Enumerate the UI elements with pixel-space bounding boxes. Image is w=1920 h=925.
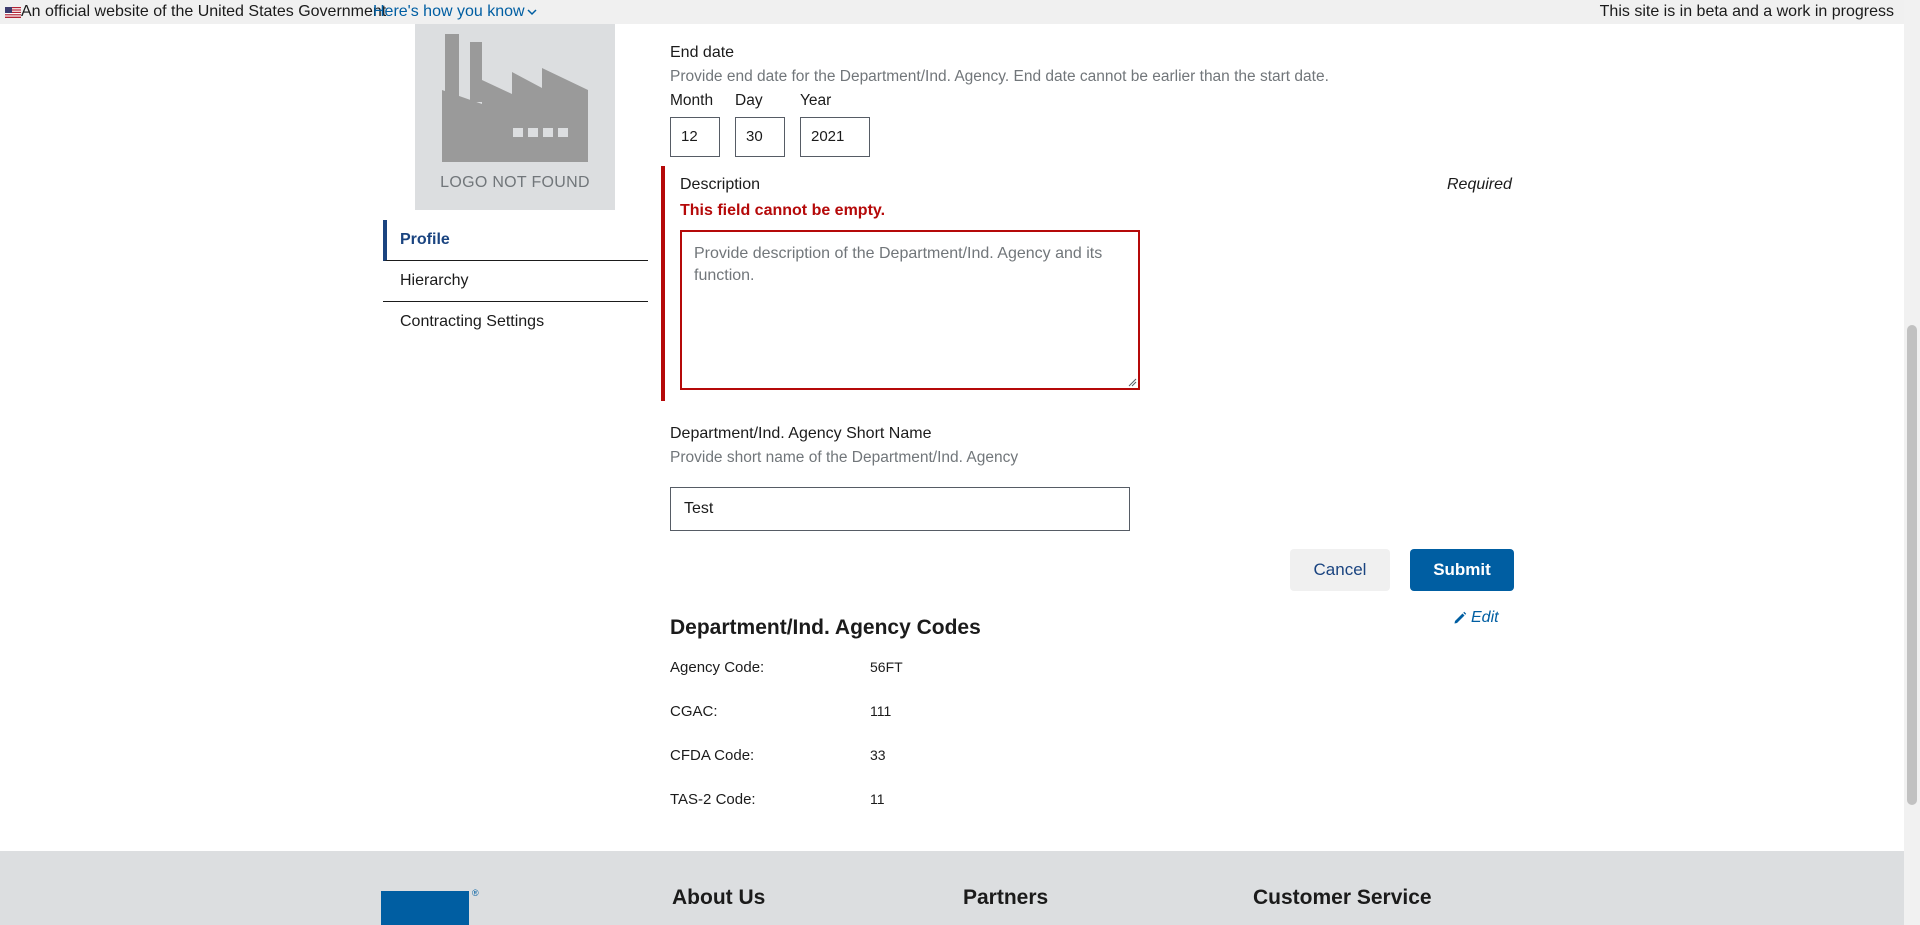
end-year-input[interactable]: 2021 <box>800 117 870 157</box>
registered-mark-icon: ® <box>472 888 479 898</box>
site-footer: ® About Us Partners Customer Service <box>0 851 1904 925</box>
footer-logo[interactable] <box>381 891 469 925</box>
official-site-text: An official website of the United States… <box>21 3 387 20</box>
sidenav-item-contracting-settings[interactable]: Contracting Settings <box>383 302 648 342</box>
how-you-know-label: Here's how you know <box>373 3 525 20</box>
code-label: Agency Code: <box>670 659 765 676</box>
us-flag-icon <box>5 7 21 18</box>
short-name-input[interactable]: Test <box>670 487 1130 531</box>
code-value: 33 <box>870 747 886 763</box>
footer-heading-about[interactable]: About Us <box>672 886 765 910</box>
logo-not-found-text: LOGO NOT FOUND <box>440 174 590 191</box>
edit-label: Edit <box>1471 609 1499 626</box>
description-textarea[interactable] <box>680 230 1140 390</box>
description-error-message: This field cannot be empty. <box>680 202 886 219</box>
sidenav-item-profile[interactable]: Profile <box>383 220 648 261</box>
agency-codes-heading: Department/Ind. Agency Codes <box>670 616 981 639</box>
chevron-down-icon <box>527 9 537 16</box>
scrollbar-thumb[interactable] <box>1907 325 1917 805</box>
code-label: CFDA Code: <box>670 747 755 764</box>
short-name-hint: Provide short name of the Department/Ind… <box>670 449 1019 466</box>
beta-notice: This site is in beta and a work in progr… <box>1599 3 1894 20</box>
how-you-know-link[interactable]: Here's how you know <box>373 0 537 24</box>
page-scrollbar[interactable] <box>1904 0 1920 925</box>
end-day-input[interactable]: 30 <box>735 117 785 157</box>
error-indicator-bar <box>661 166 665 401</box>
footer-heading-customer-service[interactable]: Customer Service <box>1253 886 1432 910</box>
month-label: Month <box>670 92 714 109</box>
year-label: Year <box>800 92 832 109</box>
required-indicator: Required <box>1447 176 1512 193</box>
side-navigation: Profile Hierarchy Contracting Settings <box>383 220 648 342</box>
submit-button[interactable]: Submit <box>1410 549 1514 591</box>
day-label: Day <box>735 92 763 109</box>
agency-logo-placeholder: LOGO NOT FOUND <box>415 24 615 210</box>
footer-heading-partners[interactable]: Partners <box>963 886 1048 910</box>
resize-handle-icon[interactable] <box>1128 378 1137 387</box>
code-label: TAS-2 Code: <box>670 791 756 808</box>
short-name-label: Department/Ind. Agency Short Name <box>670 425 932 442</box>
end-date-hint: Provide end date for the Department/Ind.… <box>670 68 1329 85</box>
code-value: 111 <box>870 703 892 719</box>
sidenav-item-hierarchy[interactable]: Hierarchy <box>383 261 648 302</box>
code-label: CGAC: <box>670 703 718 720</box>
end-date-label: End date <box>670 44 735 61</box>
edit-codes-link[interactable]: Edit <box>1453 609 1499 627</box>
pencil-icon <box>1454 611 1467 624</box>
gov-banner: An official website of the United States… <box>0 0 1904 24</box>
code-value: 56FT <box>870 659 903 675</box>
end-month-input[interactable]: 12 <box>670 117 720 157</box>
description-label: Description <box>680 176 761 193</box>
factory-icon <box>442 34 588 162</box>
code-value: 11 <box>870 791 885 807</box>
cancel-button[interactable]: Cancel <box>1290 549 1390 591</box>
